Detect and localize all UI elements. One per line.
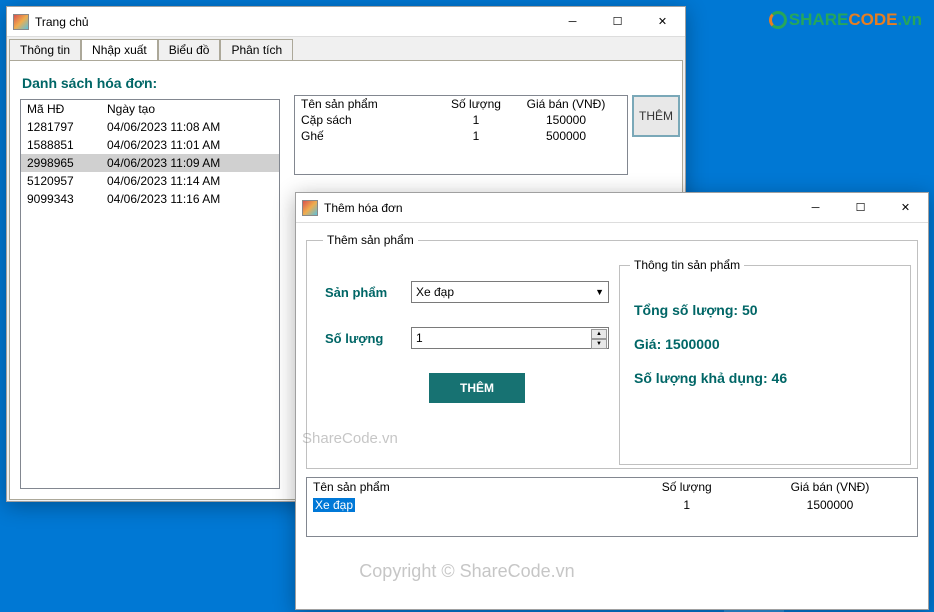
add-product-button[interactable]: THÊM [429, 373, 525, 403]
invoice-list-title: Danh sách hóa đơn: [22, 75, 672, 91]
tab-info[interactable]: Thông tin [9, 39, 81, 60]
add-invoice-button[interactable]: THÊM [632, 95, 680, 137]
product-info-legend: Thông tin sản phẩm [630, 258, 744, 272]
list-item[interactable]: 909934304/06/2023 11:16 AM [21, 190, 279, 208]
spin-down-icon[interactable]: ▼ [591, 339, 607, 349]
product-label: Sản phẩm [325, 285, 411, 300]
col-date: Ngày tạo [107, 102, 273, 116]
dialog-body: Thêm sản phẩm Sản phẩm Xe đạp ▼ Số lượng… [296, 223, 928, 609]
invoice-list-header: Mã HĐ Ngày tạo [21, 100, 279, 118]
quantity-label: Số lượng [325, 331, 411, 346]
table-row[interactable]: Ghế1500000 [295, 128, 627, 144]
invoice-detail-grid: Tên sản phẩm Số lượng Giá bán (VNĐ) Cặp … [294, 95, 628, 175]
invoice-list[interactable]: Mã HĐ Ngày tạo 128179704/06/2023 11:08 A… [20, 99, 280, 489]
quantity-stepper[interactable]: 1 ▲ ▼ [411, 327, 609, 349]
dialog-title: Thêm hóa đơn [324, 201, 793, 215]
spin-up-icon[interactable]: ▲ [591, 329, 607, 339]
close-button[interactable]: ✕ [640, 7, 685, 37]
tab-chart[interactable]: Biểu đồ [158, 39, 221, 60]
table-row[interactable]: Xe đạp 1 1500000 [307, 496, 917, 514]
app-icon [302, 200, 318, 216]
add-product-legend: Thêm sản phẩm [323, 233, 418, 247]
product-combobox[interactable]: Xe đạp ▼ [411, 281, 609, 303]
detail-grid-header: Tên sản phẩm Số lượng Giá bán (VNĐ) [295, 96, 627, 112]
tab-analysis[interactable]: Phân tích [220, 39, 293, 60]
list-item[interactable]: 512095704/06/2023 11:14 AM [21, 172, 279, 190]
table-row[interactable]: Cặp sách1150000 [295, 112, 627, 128]
list-item[interactable]: 128179704/06/2023 11:08 AM [21, 118, 279, 136]
sharecode-logo: SHARECODE.vn [769, 10, 922, 30]
product-value: Xe đạp [416, 285, 454, 299]
price-info: Giá: 1500000 [634, 336, 896, 352]
total-qty-info: Tổng số lượng: 50 [634, 302, 896, 318]
add-product-group: Thêm sản phẩm Sản phẩm Xe đạp ▼ Số lượng… [306, 233, 918, 469]
col-id: Mã HĐ [27, 102, 107, 116]
maximize-button[interactable]: ☐ [838, 193, 883, 223]
chevron-down-icon: ▼ [595, 287, 604, 297]
dialog-titlebar[interactable]: Thêm hóa đơn ─ ☐ ✕ [296, 193, 928, 223]
close-button[interactable]: ✕ [883, 193, 928, 223]
maximize-button[interactable]: ☐ [595, 7, 640, 37]
list-item[interactable]: 158885104/06/2023 11:01 AM [21, 136, 279, 154]
list-item[interactable]: 299896504/06/2023 11:09 AM [21, 154, 279, 172]
minimize-button[interactable]: ─ [550, 7, 595, 37]
main-titlebar[interactable]: Trang chủ ─ ☐ ✕ [7, 7, 685, 37]
dialog-window: Thêm hóa đơn ─ ☐ ✕ Thêm sản phẩm Sản phẩ… [295, 192, 929, 610]
main-window-title: Trang chủ [35, 15, 550, 29]
available-qty-info: Số lượng khả dụng: 46 [634, 370, 896, 386]
quantity-value: 1 [416, 331, 423, 345]
minimize-button[interactable]: ─ [793, 193, 838, 223]
app-icon [13, 14, 29, 30]
added-products-grid: Tên sản phẩm Số lượng Giá bán (VNĐ) Xe đ… [306, 477, 918, 537]
tab-strip: Thông tin Nhập xuất Biểu đồ Phân tích [7, 37, 685, 60]
tab-import-export[interactable]: Nhập xuất [81, 39, 158, 61]
grid-header: Tên sản phẩm Số lượng Giá bán (VNĐ) [307, 478, 917, 496]
product-info-group: Thông tin sản phẩm Tổng số lượng: 50 Giá… [619, 265, 911, 465]
